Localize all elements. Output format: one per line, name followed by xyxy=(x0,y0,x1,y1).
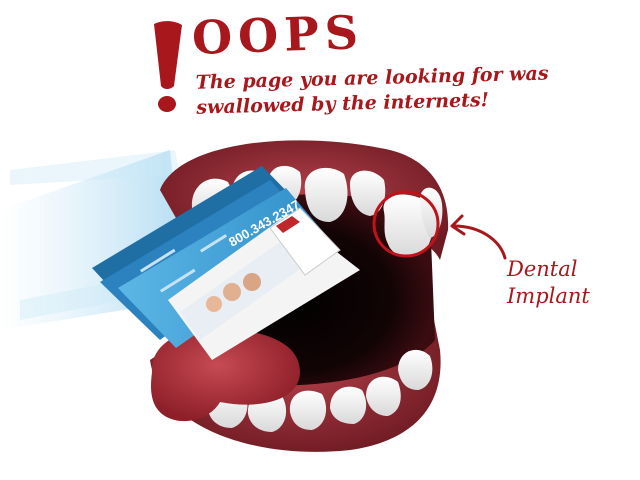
dental-implant-label-line-2: Implant xyxy=(507,284,590,308)
dental-implant-label-line-1: Dental xyxy=(507,257,578,281)
mouth-illustration: 800.343.2347 SEARCH xyxy=(0,140,507,452)
dental-implant-label: Dental Implant xyxy=(507,256,590,310)
curved-arrow-icon xyxy=(450,214,507,260)
